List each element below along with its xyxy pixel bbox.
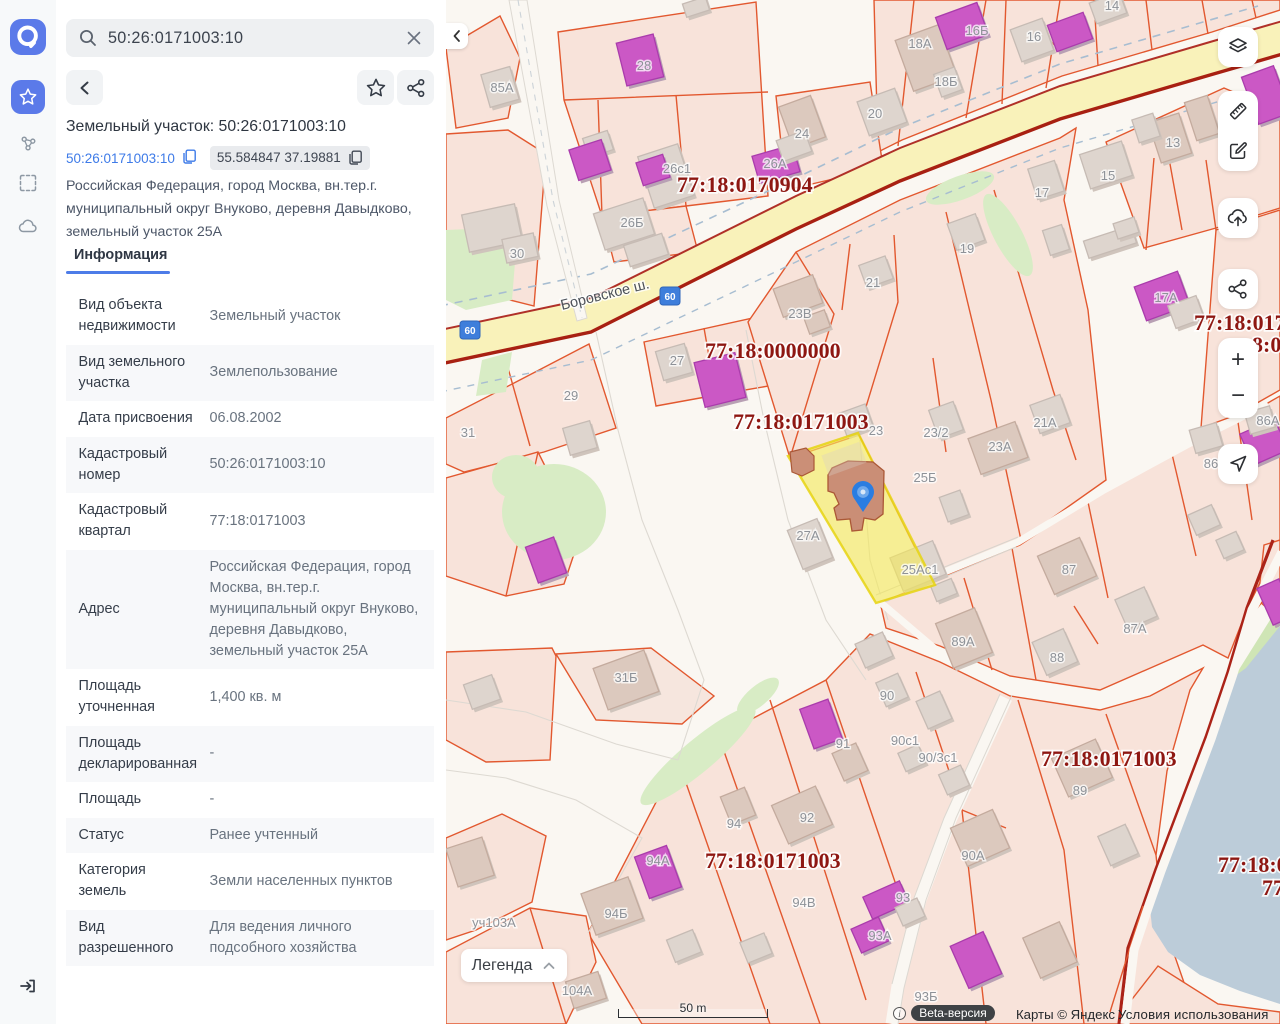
svg-text:77:18:0171003: 77:18:0171003 [733,409,869,434]
svg-text:94В: 94В [792,895,815,910]
svg-text:26А: 26А [763,156,786,171]
svg-text:19: 19 [960,241,974,256]
svg-text:21А: 21А [1033,415,1056,430]
svg-text:13: 13 [1166,135,1180,150]
svg-text:86А: 86А [1256,413,1279,428]
svg-text:94: 94 [727,816,741,831]
svg-text:89А: 89А [951,634,974,649]
svg-text:60: 60 [464,326,476,337]
svg-text:89: 89 [1073,783,1087,798]
svg-text:23/2: 23/2 [923,425,948,440]
svg-text:17А: 17А [1154,290,1177,305]
svg-text:77:18:0171003: 77:18:0171003 [1041,746,1177,771]
svg-text:25Б: 25Б [914,470,937,485]
svg-text:90/3с1: 90/3с1 [918,750,957,765]
svg-text:93: 93 [896,890,910,905]
svg-text:85А: 85А [490,80,513,95]
svg-text:29: 29 [564,388,578,403]
svg-text:90с1: 90с1 [891,733,919,748]
svg-text:14: 14 [1105,0,1119,13]
svg-text:21: 21 [866,275,880,290]
svg-text:17: 17 [1035,185,1049,200]
svg-text:90: 90 [880,688,894,703]
svg-text:87А: 87А [1123,621,1146,636]
svg-text:91: 91 [836,736,850,751]
svg-text:77:18:0171003: 77:18:0171003 [705,848,841,873]
svg-text:31: 31 [461,425,475,440]
svg-text:93Б: 93Б [915,989,938,1004]
svg-text:90А: 90А [961,848,984,863]
svg-text:77:1: 77:1 [1262,875,1280,900]
svg-text:94Б: 94Б [605,906,628,921]
svg-text:60: 60 [664,292,676,303]
svg-text:18Б: 18Б [935,74,958,89]
svg-text:27: 27 [670,353,684,368]
svg-text:94А: 94А [646,853,669,868]
svg-text:88: 88 [1050,650,1064,665]
svg-text:25Ас1: 25Ас1 [902,562,939,577]
svg-text:92: 92 [800,810,814,825]
svg-text:77:18:0170904: 77:18:0170904 [677,172,813,197]
svg-text:24: 24 [795,126,809,141]
svg-text:104А: 104А [562,983,593,998]
svg-text:30: 30 [510,246,524,261]
svg-text:23А: 23А [988,439,1011,454]
svg-text:20: 20 [868,106,882,121]
svg-text:16: 16 [1027,29,1041,44]
svg-text:31Б: 31Б [615,670,638,685]
svg-text:15: 15 [1101,168,1115,183]
svg-text:77:18:0000000: 77:18:0000000 [705,338,841,363]
svg-text:93А: 93А [868,928,891,943]
svg-text:23: 23 [869,423,883,438]
svg-text:18А: 18А [908,36,931,51]
svg-text:86: 86 [1204,456,1218,471]
svg-text:28: 28 [637,58,651,73]
svg-text:27А: 27А [796,528,819,543]
svg-text:87: 87 [1062,562,1076,577]
svg-text:уч103А: уч103А [472,915,516,930]
svg-text:77:18:0: 77:18:0 [1218,852,1280,877]
svg-text:26Б: 26Б [621,215,644,230]
svg-text:23В: 23В [788,306,811,321]
svg-text:16Б: 16Б [966,23,989,38]
